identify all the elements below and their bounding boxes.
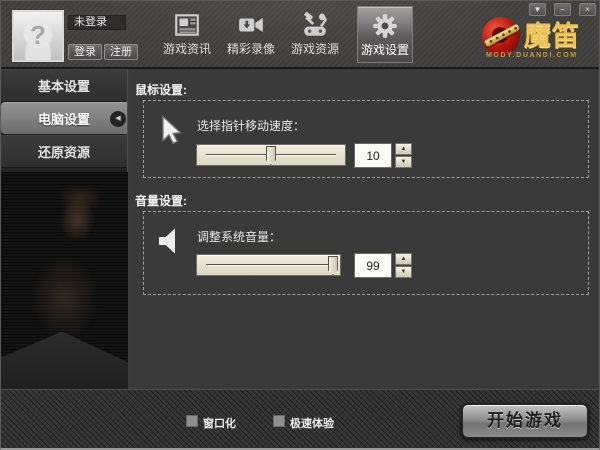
news-icon — [175, 14, 199, 36]
minimize-button[interactable]: − — [554, 3, 571, 16]
selected-arrow-icon: ◀ — [110, 111, 126, 127]
footer-bar: 窗口化 极速体验 开始游戏 — [1, 389, 599, 448]
mouse-speed-spinner: ▲ ▼ — [395, 143, 412, 168]
sidebar-item-label: 基本设置 — [37, 79, 90, 94]
slider-track — [206, 264, 331, 265]
mouse-speed-label: 选择指针移动速度： — [197, 119, 306, 133]
toolbar-button-news[interactable]: 游戏资讯 — [159, 6, 215, 63]
title-bar: ? 未登录 登录 注册 游戏资讯 精彩录像 游戏资源 游戏设置 魔笛 MODY.… — [1, 1, 599, 69]
toolbar-label: 游戏资讯 — [162, 42, 211, 56]
windowed-mode-checkbox[interactable] — [186, 415, 198, 427]
sidebar-item-label: 还原资源 — [37, 145, 90, 160]
avatar[interactable]: ? — [12, 10, 64, 62]
dropdown-button[interactable]: ▼ — [529, 3, 546, 16]
toolbar-label: 精彩录像 — [226, 42, 275, 56]
sidebar: 基本设置 电脑设置 ◀ 还原资源 — [1, 69, 128, 389]
arrow-down-icon: ▼ — [400, 159, 407, 165]
spin-down-button[interactable]: ▼ — [395, 156, 412, 168]
sidebar-item-label: 电脑设置 — [37, 112, 90, 127]
login-button[interactable]: 登录 — [68, 44, 102, 60]
turbo-mode-label: 极速体验 — [290, 418, 334, 430]
windowed-mode-label: 窗口化 — [203, 418, 236, 430]
spin-up-button[interactable]: ▲ — [395, 143, 412, 155]
mouse-speed-input[interactable] — [354, 143, 392, 168]
volume-spinner: ▲ ▼ — [395, 253, 412, 278]
logo: 魔笛 MODY.DUANDI.COM — [482, 14, 597, 62]
question-mark-icon: ? — [30, 20, 46, 50]
toolbar-label: 游戏设置 — [360, 43, 409, 57]
arrow-down-icon: ▼ — [400, 269, 407, 275]
register-button[interactable]: 注册 — [104, 44, 138, 60]
speaker-icon — [159, 228, 175, 254]
mouse-settings-panel: 选择指针移动速度： ▲ ▼ — [143, 100, 589, 178]
launcher-window: ? 未登录 登录 注册 游戏资讯 精彩录像 游戏资源 游戏设置 魔笛 MODY.… — [0, 0, 600, 450]
close-button[interactable]: × — [579, 3, 596, 16]
cursor-icon — [162, 115, 182, 145]
character-art — [1, 172, 128, 389]
spin-up-button[interactable]: ▲ — [395, 253, 412, 265]
arrow-up-icon: ▲ — [400, 256, 407, 262]
login-status: 未登录 — [68, 15, 126, 30]
mouse-slider-thumb[interactable] — [266, 146, 276, 165]
start-game-button[interactable]: 开始游戏 — [461, 403, 589, 439]
flute-logo-icon — [482, 17, 522, 57]
mouse-section-title: 鼠标设置: — [135, 83, 187, 97]
toolbar-label: 游戏资源 — [290, 42, 339, 56]
chevron-down-icon: ▼ — [533, 5, 542, 14]
volume-section-title: 音量设置: — [135, 194, 187, 208]
close-icon: × — [585, 5, 590, 14]
logo-title: 魔笛 — [524, 21, 580, 51]
turbo-mode-checkbox[interactable] — [273, 415, 285, 427]
arrow-up-icon: ▲ — [400, 146, 407, 152]
toolbar-button-settings[interactable]: 游戏设置 — [357, 6, 413, 63]
volume-label: 调整系统音量： — [197, 230, 282, 244]
sidebar-item-restore-resources[interactable]: 还原资源 — [1, 135, 127, 168]
minimize-icon: − — [560, 5, 565, 14]
logo-subtitle: MODY.DUANDI.COM — [486, 52, 578, 59]
mouse-speed-slider[interactable] — [196, 144, 346, 166]
sidebar-item-basic-settings[interactable]: 基本设置 — [1, 69, 127, 102]
spin-down-button[interactable]: ▼ — [395, 266, 412, 278]
volume-input[interactable] — [354, 253, 392, 278]
settings-content: 鼠标设置: 选择指针移动速度： ▲ ▼ 音量设置: — [129, 69, 599, 389]
gear-icon — [373, 14, 397, 38]
video-icon — [239, 18, 263, 32]
volume-slider-thumb[interactable] — [327, 256, 338, 275]
sidebar-item-computer-settings[interactable]: 电脑设置 ◀ — [1, 102, 127, 135]
resources-icon — [304, 11, 328, 36]
volume-settings-panel: 调整系统音量： ▲ ▼ — [143, 211, 589, 295]
toolbar-button-resources[interactable]: 游戏资源 — [287, 6, 343, 63]
volume-slider[interactable] — [196, 254, 341, 276]
toolbar-button-videos[interactable]: 精彩录像 — [223, 6, 279, 63]
